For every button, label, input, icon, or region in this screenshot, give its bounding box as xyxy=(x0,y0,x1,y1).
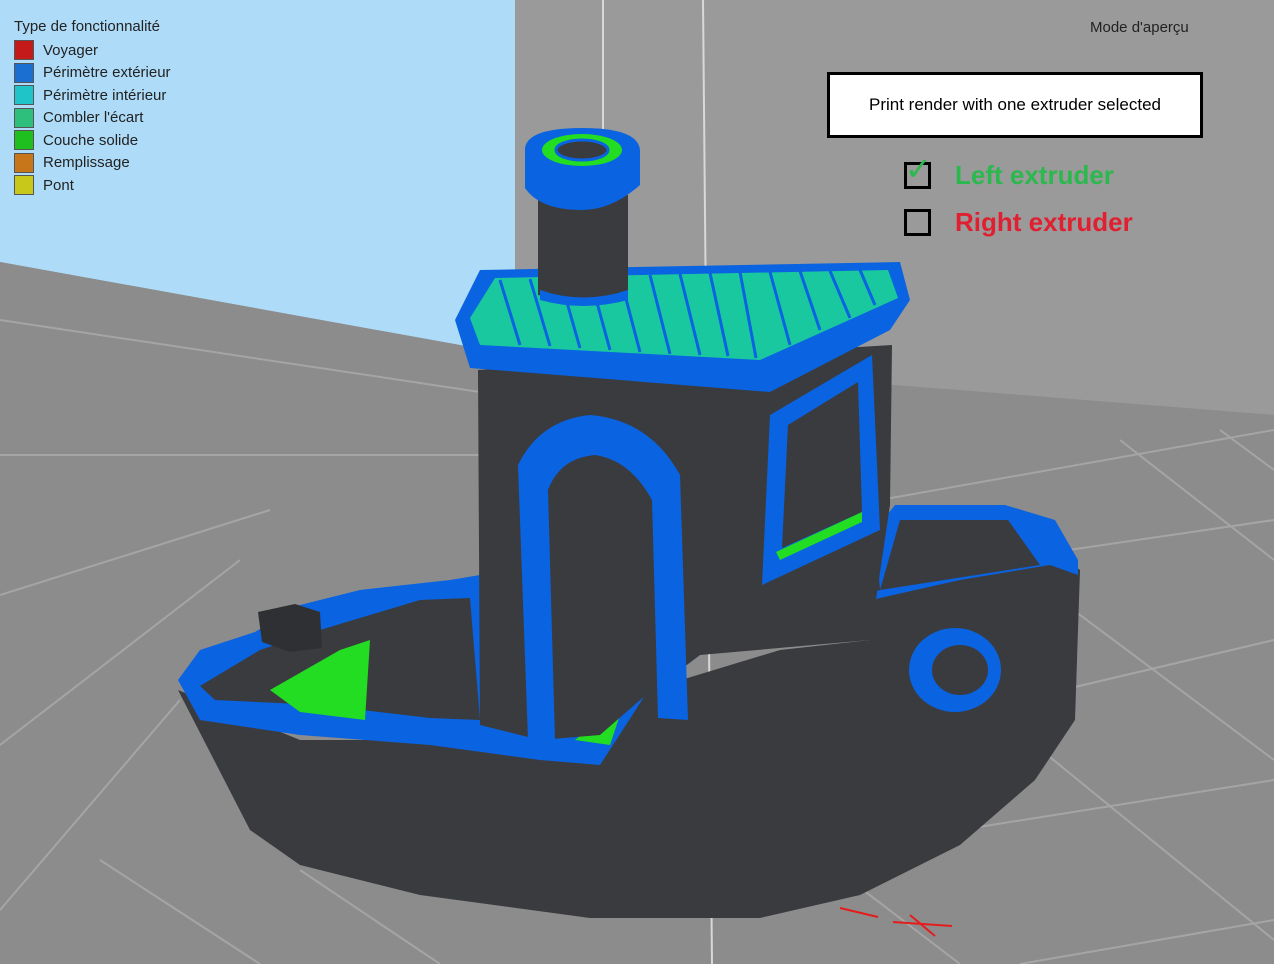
legend-item: Combler l'écart xyxy=(14,107,171,130)
annotation-note: Print render with one extruder selected xyxy=(827,72,1203,138)
preview-viewport[interactable] xyxy=(0,0,1274,964)
legend-swatch xyxy=(14,107,34,128)
porthole-hole xyxy=(932,645,988,695)
legend-swatch xyxy=(14,175,34,196)
legend-label: Couche solide xyxy=(43,131,139,149)
view-mode-label: Mode d'aperçu xyxy=(1090,19,1189,36)
legend-label: Remplissage xyxy=(43,154,130,172)
legend-label: Périmètre extérieur xyxy=(43,64,171,82)
left-extruder-checkbox[interactable]: ✓ xyxy=(904,153,932,189)
legend-label: Périmètre intérieur xyxy=(43,86,167,104)
feature-type-legend: Type de fonctionnalité Voyager Périmètre … xyxy=(14,18,171,197)
legend-title: Type de fonctionnalité xyxy=(14,18,160,35)
legend-swatch xyxy=(14,152,34,173)
check-icon: ✓ xyxy=(905,150,932,188)
right-extruder-label: Right extruder xyxy=(955,207,1133,237)
right-extruder-checkbox[interactable] xyxy=(904,209,931,236)
right-extruder-option[interactable]: Right extruder xyxy=(904,207,1133,238)
legend-swatch xyxy=(14,40,34,61)
left-extruder-label: Left extruder xyxy=(955,160,1114,190)
chimney-hole xyxy=(554,138,610,162)
legend-item: Périmètre intérieur xyxy=(14,84,171,107)
legend-item: Voyager xyxy=(14,39,171,62)
annotation-note-text: Print render with one extruder selected xyxy=(869,95,1161,114)
chimney xyxy=(538,195,628,300)
legend-items: Voyager Périmètre extérieur Périmètre inté… xyxy=(14,39,171,197)
legend-label: Voyager xyxy=(43,41,99,59)
legend-item: Couche solide xyxy=(14,129,171,152)
legend-item: Remplissage xyxy=(14,152,171,175)
legend-label: Pont xyxy=(43,176,74,194)
legend-swatch xyxy=(14,62,34,83)
legend-label: Combler l'écart xyxy=(43,109,144,127)
legend-item: Périmètre extérieur xyxy=(14,62,171,85)
legend-swatch xyxy=(14,85,34,106)
left-extruder-option[interactable]: ✓ Left extruder xyxy=(904,153,1114,191)
legend-swatch xyxy=(14,130,34,151)
legend-item: Pont xyxy=(14,174,171,197)
